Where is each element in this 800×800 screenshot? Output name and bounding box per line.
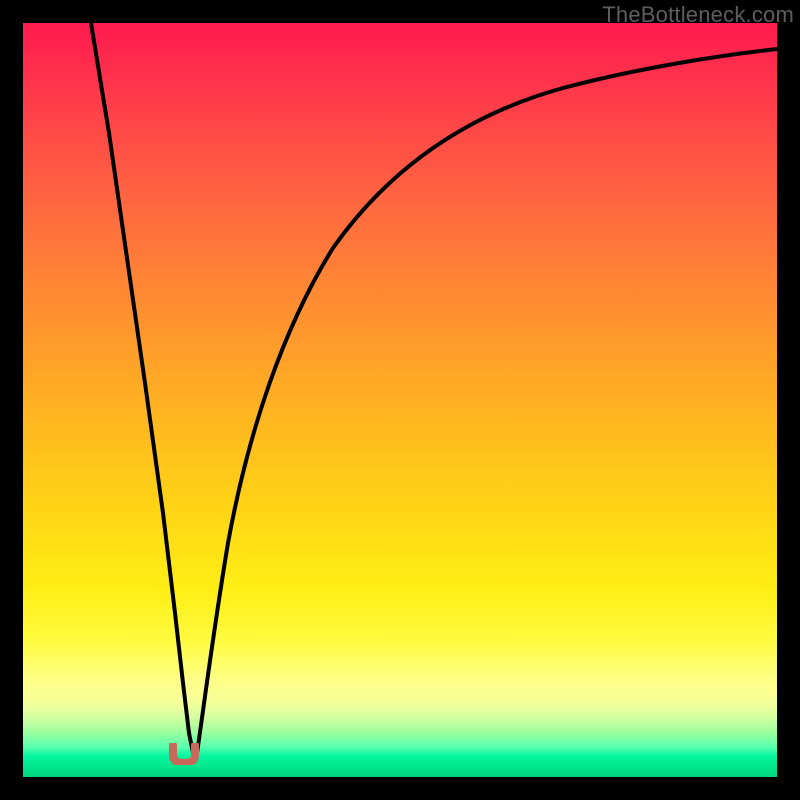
- plot-area: [23, 23, 777, 777]
- watermark-text: TheBottleneck.com: [602, 2, 794, 28]
- chart-frame: TheBottleneck.com: [0, 0, 800, 800]
- bottleneck-curve: [23, 23, 777, 777]
